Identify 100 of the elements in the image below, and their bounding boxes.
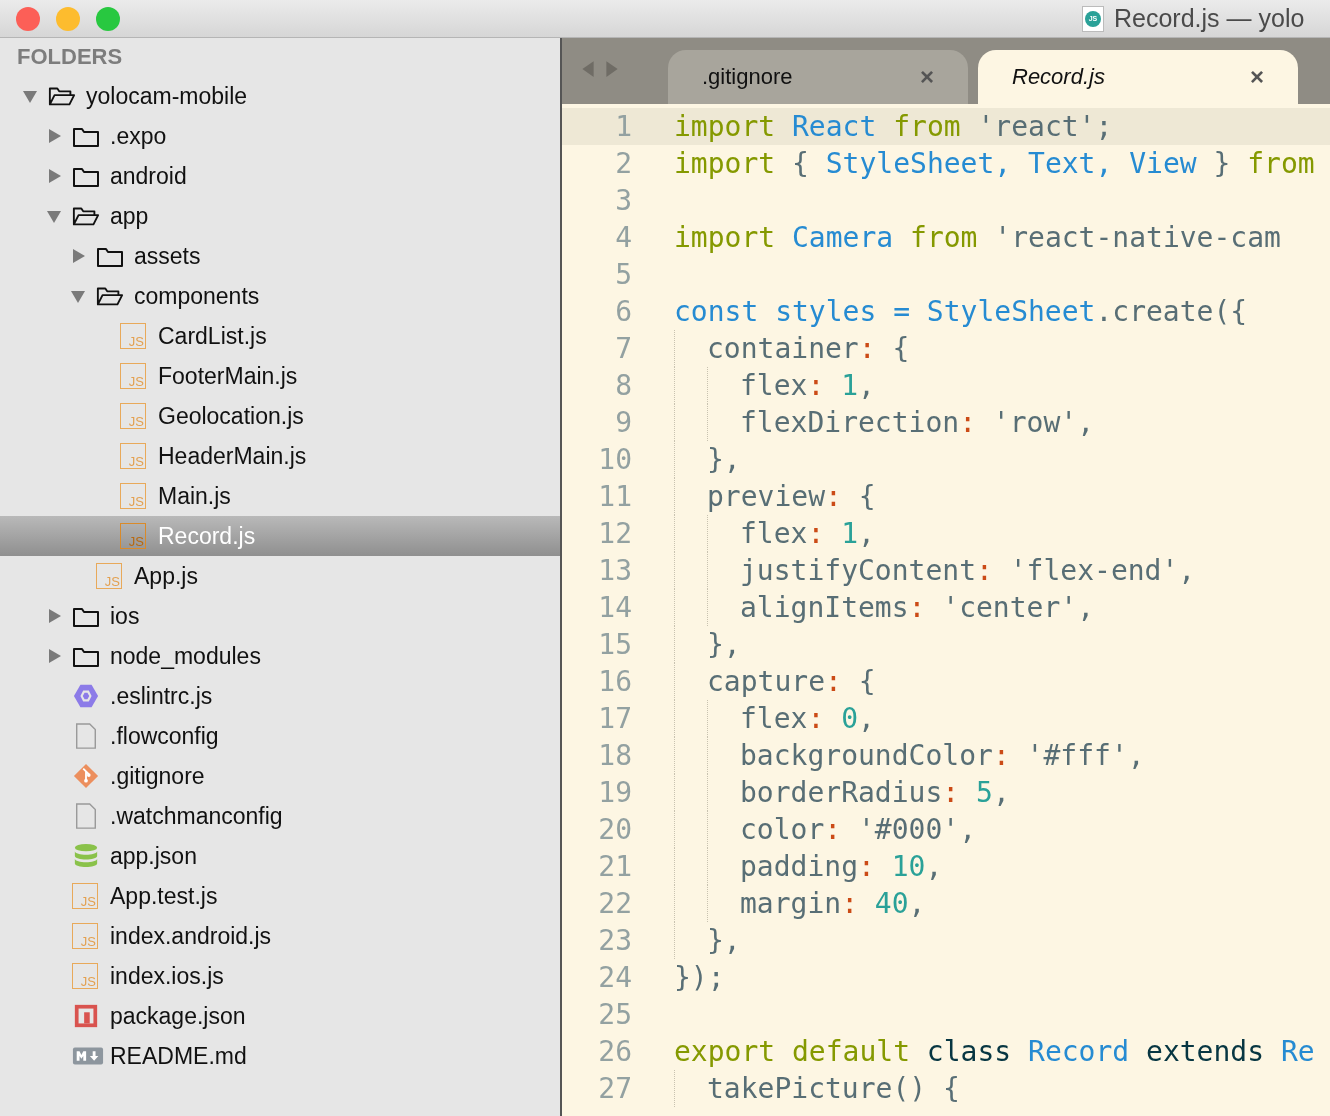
code-line: color: '#000', [740, 813, 976, 846]
expanded-arrow-icon[interactable] [70, 288, 86, 304]
git-icon [72, 763, 100, 789]
tree-item[interactable]: android [0, 156, 560, 196]
line-number: 9 [614, 406, 632, 439]
hexagon-icon [72, 683, 100, 709]
line-number: 19 [597, 776, 632, 809]
js-file-icon: JS [120, 323, 146, 349]
line-number: 7 [614, 332, 632, 365]
tree-item[interactable]: app.json [0, 836, 560, 876]
tree-item[interactable]: README.md [0, 1036, 560, 1076]
line-number: 23 [597, 924, 632, 957]
code-line: flexDirection: 'row', [740, 406, 1095, 439]
line-number: 2 [614, 147, 632, 180]
tree-item[interactable]: components [0, 276, 560, 316]
collapsed-arrow-icon[interactable] [46, 128, 62, 144]
tree-item[interactable]: JS Main.js [0, 476, 560, 516]
line-number: 15 [597, 628, 632, 661]
js-file-icon: JS [96, 563, 122, 589]
tree-item[interactable]: .flowconfig [0, 716, 560, 756]
window-title: Record.js — yolo [1114, 4, 1305, 33]
expanded-arrow-icon[interactable] [46, 208, 62, 224]
collapsed-arrow-icon[interactable] [46, 648, 62, 664]
code-line: padding: 10, [740, 850, 943, 883]
line-number: 11 [597, 480, 632, 513]
code-line: const styles = StyleSheet.create({ [674, 295, 1248, 328]
code-line: flex: 1, [740, 517, 875, 550]
code-line: }, [707, 443, 741, 476]
line-number: 24 [597, 961, 632, 994]
tree-item[interactable]: JS index.android.js [0, 916, 560, 956]
tree-item[interactable]: assets [0, 236, 560, 276]
tree-item[interactable]: JS FooterMain.js [0, 356, 560, 396]
close-button[interactable] [16, 6, 40, 31]
line-number: 8 [614, 369, 632, 402]
tree-item[interactable]: .expo [0, 116, 560, 156]
line-number: 10 [597, 443, 632, 476]
zoom-button[interactable] [96, 6, 120, 31]
markdown-icon [72, 1045, 104, 1067]
line-number: 26 [597, 1035, 632, 1068]
line-number: 17 [597, 702, 632, 735]
js-file-icon: JS [120, 363, 146, 389]
tree-item[interactable]: JS CardList.js [0, 316, 560, 356]
tree-item[interactable]: node_modules [0, 636, 560, 676]
line-number: 27 [597, 1072, 632, 1105]
tree-item[interactable]: JS index.ios.js [0, 956, 560, 996]
code-line: flex: 0, [740, 702, 875, 735]
code-line: import Camera from 'react-native-cam [674, 221, 1281, 254]
js-file-icon: JS [120, 483, 146, 509]
code-line: import { StyleSheet, Text, View } from [674, 147, 1315, 180]
tree-item[interactable]: .watchmanconfig [0, 796, 560, 836]
collapsed-arrow-icon[interactable] [46, 608, 62, 624]
tree-item[interactable]: package.json [0, 996, 560, 1036]
tab[interactable]: .gitignore × [668, 50, 968, 104]
database-icon [72, 843, 100, 869]
code-line: takePicture() { [707, 1072, 960, 1105]
line-number: 14 [597, 591, 632, 624]
tree-item[interactable]: app [0, 196, 560, 236]
code-line: flex: 1, [740, 369, 875, 402]
line-number: 25 [597, 998, 632, 1031]
tree-item[interactable]: JS Geolocation.js [0, 396, 560, 436]
js-file-icon: JS [120, 403, 146, 429]
line-number: 18 [597, 739, 632, 772]
collapsed-arrow-icon[interactable] [46, 168, 62, 184]
code-line: borderRadius: 5, [740, 776, 1010, 809]
line-number: 12 [597, 517, 632, 550]
package-icon [72, 1003, 100, 1029]
code-line: }, [707, 628, 741, 661]
js-file-icon: JS [72, 883, 98, 909]
tree-item[interactable]: JS App.test.js [0, 876, 560, 916]
line-number: 22 [597, 887, 632, 920]
js-file-icon: JS [120, 523, 146, 549]
tree-item[interactable]: .eslintrc.js [0, 676, 560, 716]
tree-item[interactable]: ios [0, 596, 560, 636]
line-number: 6 [614, 295, 632, 328]
code-line: alignItems: 'center', [740, 591, 1094, 624]
code-line: backgroundColor: '#fff', [740, 739, 1145, 772]
code-line: export default class Record extends Re [674, 1035, 1315, 1068]
close-tab-button[interactable]: × [1250, 63, 1264, 91]
collapsed-arrow-icon[interactable] [70, 248, 86, 264]
line-number: 21 [597, 850, 632, 883]
code-line: margin: 40, [740, 887, 926, 920]
tree-item[interactable]: JS App.js [0, 556, 560, 596]
tree-item[interactable]: JS HeaderMain.js [0, 436, 560, 476]
code-line: import React from 'react'; [674, 110, 1113, 143]
line-number: 3 [614, 184, 632, 217]
tree-item[interactable]: yolocam-mobile [0, 76, 560, 116]
code-line: }, [707, 924, 741, 957]
code-line: justifyContent: 'flex-end', [740, 554, 1196, 587]
js-file-icon: JS [72, 923, 98, 949]
expanded-arrow-icon[interactable] [22, 88, 38, 104]
line-number: 4 [614, 221, 632, 254]
code-line: preview: { [707, 480, 876, 513]
sidebar-heading: FOLDERS [16, 43, 124, 71]
line-number: 16 [597, 665, 632, 698]
tree-item[interactable]: .gitignore [0, 756, 560, 796]
code-line: }); [674, 961, 725, 994]
tab[interactable]: Record.js × [978, 50, 1298, 104]
line-number: 20 [597, 813, 632, 846]
line-number: 5 [614, 258, 632, 291]
code-line: capture: { [707, 665, 876, 698]
